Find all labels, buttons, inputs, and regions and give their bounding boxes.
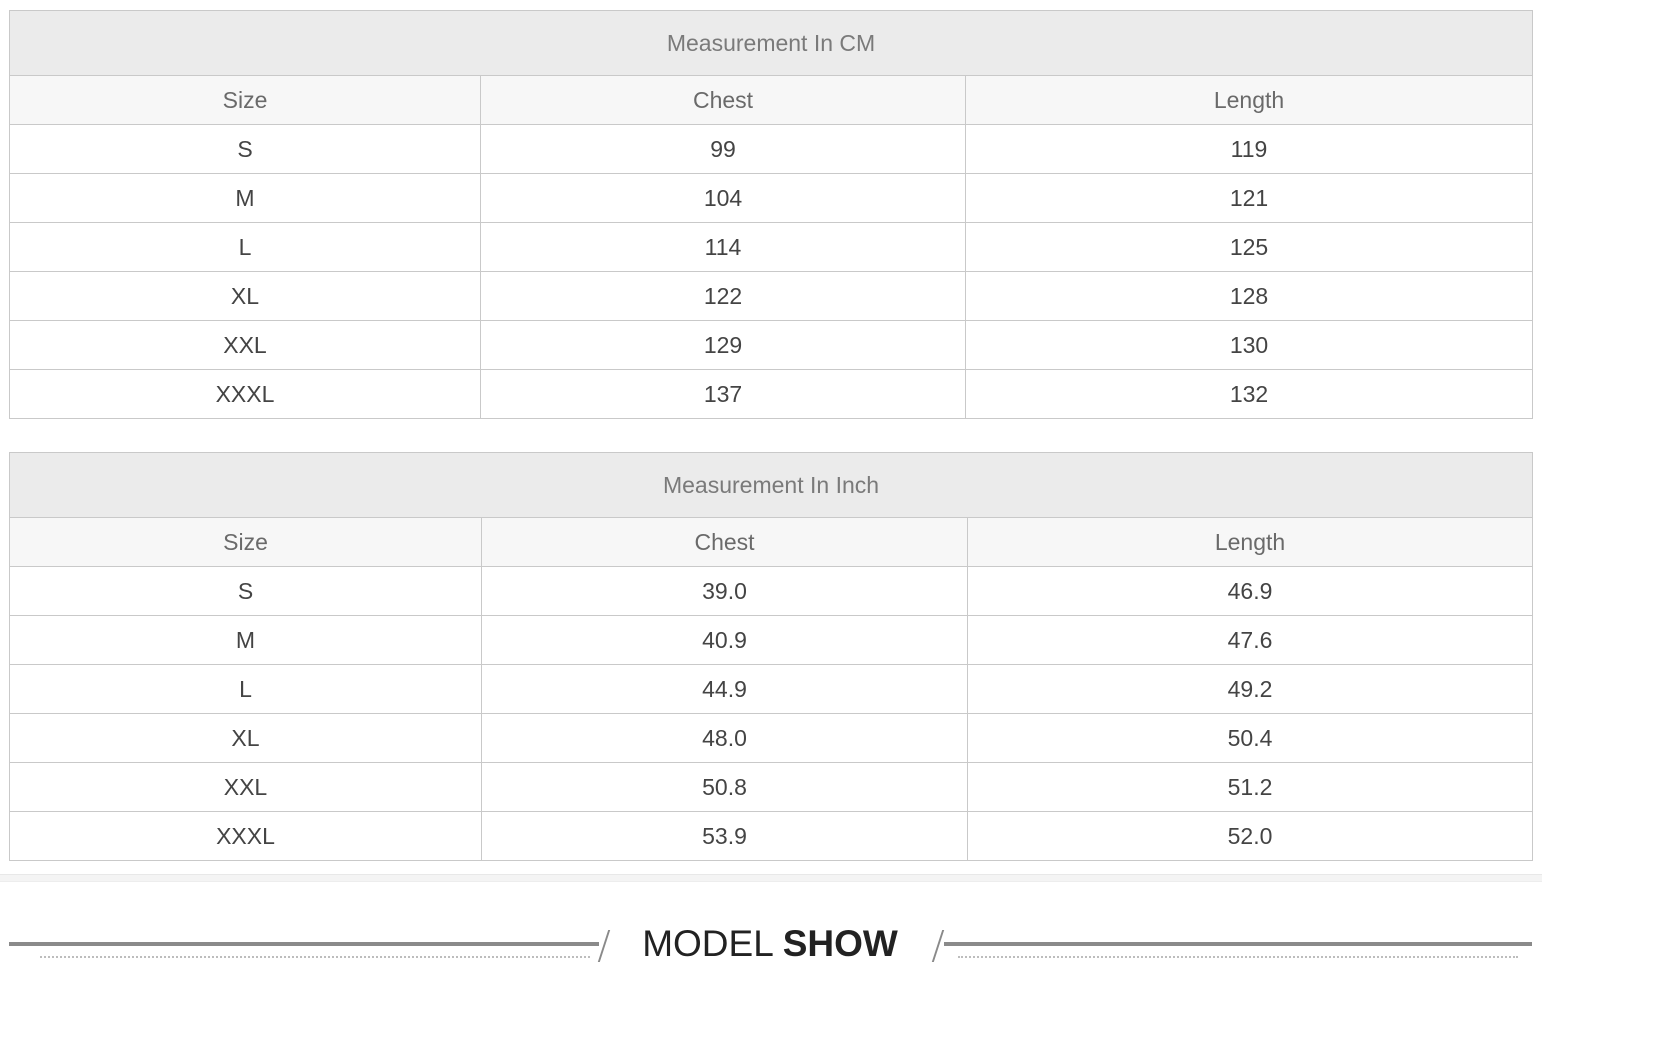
header-rule-left bbox=[9, 942, 599, 946]
size-cell: XL bbox=[9, 271, 481, 321]
size-cell: XXXL bbox=[9, 369, 481, 419]
table-row: XXXL 53.9 52.0 bbox=[9, 811, 1534, 861]
slash-decoration-right bbox=[931, 930, 945, 962]
table-row: L 44.9 49.2 bbox=[9, 664, 1534, 714]
length-cell: 128 bbox=[964, 271, 1534, 321]
column-header-length: Length bbox=[966, 517, 1534, 567]
section-title-bold: SHOW bbox=[782, 923, 898, 964]
length-cell: 121 bbox=[964, 173, 1534, 223]
header-dotted-line-left bbox=[40, 956, 590, 958]
size-chart-page: Measurement In CM Size Chest Length S 99… bbox=[0, 0, 1678, 1044]
size-cell: M bbox=[9, 615, 482, 665]
column-header-size: Size bbox=[9, 517, 482, 567]
table-row: S 39.0 46.9 bbox=[9, 566, 1534, 616]
size-cell: S bbox=[9, 124, 481, 174]
chest-cell: 50.8 bbox=[481, 762, 968, 812]
header-rule-right bbox=[944, 942, 1532, 946]
chest-cell: 104 bbox=[480, 173, 966, 223]
chest-cell: 129 bbox=[480, 320, 966, 370]
table-title: Measurement In Inch bbox=[8, 452, 1534, 518]
length-cell: 50.4 bbox=[966, 713, 1534, 763]
length-cell: 49.2 bbox=[966, 664, 1534, 714]
size-cell: L bbox=[9, 664, 482, 714]
size-table-inch: Measurement In Inch Size Chest Length S … bbox=[8, 452, 1534, 861]
length-cell: 52.0 bbox=[966, 811, 1534, 861]
table-row: M 40.9 47.6 bbox=[9, 615, 1534, 665]
table-header-row: Size Chest Length bbox=[9, 517, 1534, 567]
length-cell: 46.9 bbox=[966, 566, 1534, 616]
column-header-chest: Chest bbox=[480, 75, 966, 125]
length-cell: 130 bbox=[964, 320, 1534, 370]
size-cell: XXL bbox=[9, 762, 482, 812]
size-cell: M bbox=[9, 173, 481, 223]
chest-cell: 44.9 bbox=[481, 664, 968, 714]
column-header-length: Length bbox=[964, 75, 1534, 125]
column-header-chest: Chest bbox=[481, 517, 968, 567]
model-show-header: MODEL SHOW bbox=[0, 900, 1542, 980]
chest-cell: 122 bbox=[480, 271, 966, 321]
chest-cell: 40.9 bbox=[481, 615, 968, 665]
size-cell: XXL bbox=[9, 320, 481, 370]
section-divider bbox=[0, 874, 1542, 882]
size-cell: L bbox=[9, 222, 481, 272]
page-margin bbox=[1542, 0, 1678, 1044]
chest-cell: 48.0 bbox=[481, 713, 968, 763]
table-row: XXXL 137 132 bbox=[9, 369, 1534, 419]
table-row: XL 122 128 bbox=[9, 271, 1534, 321]
length-cell: 51.2 bbox=[966, 762, 1534, 812]
section-title: MODEL SHOW bbox=[620, 922, 920, 966]
section-title-light: MODEL bbox=[642, 923, 783, 964]
table-row: XXL 129 130 bbox=[9, 320, 1534, 370]
size-cell: S bbox=[9, 566, 482, 616]
chest-cell: 99 bbox=[480, 124, 966, 174]
length-cell: 125 bbox=[964, 222, 1534, 272]
length-cell: 132 bbox=[964, 369, 1534, 419]
chest-cell: 137 bbox=[480, 369, 966, 419]
size-table-cm: Measurement In CM Size Chest Length S 99… bbox=[8, 10, 1534, 419]
chest-cell: 114 bbox=[480, 222, 966, 272]
size-cell: XL bbox=[9, 713, 482, 763]
chest-cell: 39.0 bbox=[481, 566, 968, 616]
chest-cell: 53.9 bbox=[481, 811, 968, 861]
slash-decoration-left bbox=[597, 930, 611, 962]
table-header-row: Size Chest Length bbox=[9, 75, 1534, 125]
column-header-size: Size bbox=[9, 75, 481, 125]
table-row: XXL 50.8 51.2 bbox=[9, 762, 1534, 812]
length-cell: 119 bbox=[964, 124, 1534, 174]
table-row: M 104 121 bbox=[9, 173, 1534, 223]
table-row: L 114 125 bbox=[9, 222, 1534, 272]
size-cell: XXXL bbox=[9, 811, 482, 861]
table-row: XL 48.0 50.4 bbox=[9, 713, 1534, 763]
table-title: Measurement In CM bbox=[8, 10, 1534, 76]
table-row: S 99 119 bbox=[9, 124, 1534, 174]
length-cell: 47.6 bbox=[966, 615, 1534, 665]
header-dotted-line-right bbox=[958, 956, 1518, 958]
